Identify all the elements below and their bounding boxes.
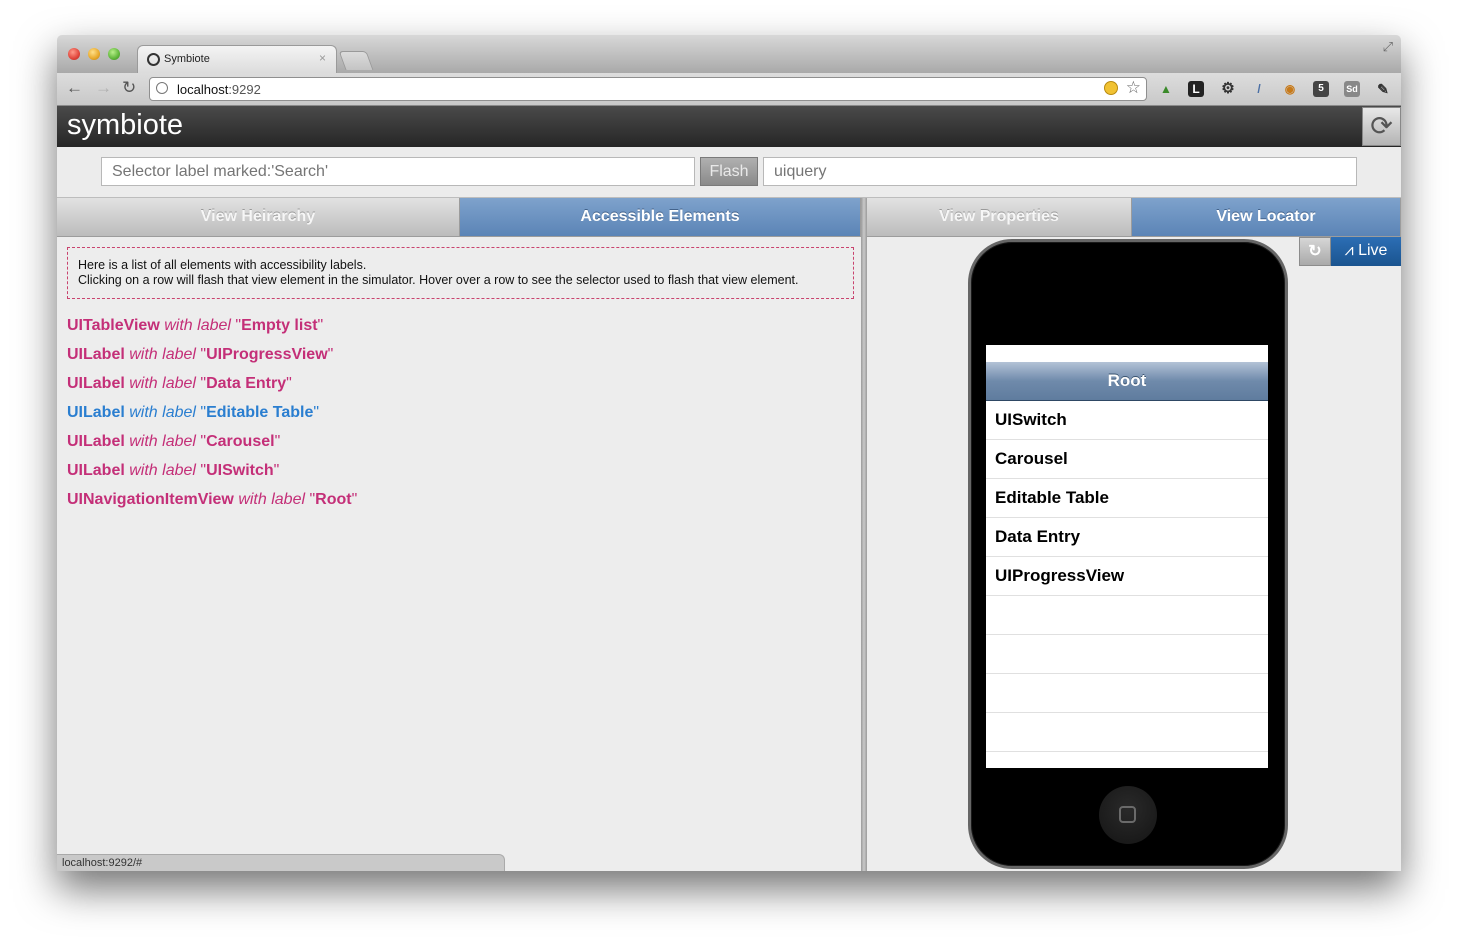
uiquery-input[interactable] (763, 157, 1357, 186)
element-class: UILabel (67, 375, 125, 392)
tab-view-hierarchy[interactable]: View Heirarchy (57, 198, 460, 237)
element-class: UINavigationItemView (67, 491, 234, 508)
reload-snapshot-button[interactable]: ↻ (1299, 237, 1331, 266)
globe-icon (156, 82, 168, 94)
browser-window: Symbiote × ⤢ ← → ↻ localhost:9292 ☆ ▲ L … (57, 35, 1401, 871)
element-label: Empty list (241, 317, 318, 334)
tab-view-locator[interactable]: View Locator (1132, 198, 1401, 237)
live-label: Live (1358, 242, 1388, 259)
browser-toolbar: ← → ↻ localhost:9292 ☆ ▲ L ⚙ / ◉ 5 Sd ✎ (57, 73, 1401, 106)
element-with-label: with label (129, 462, 196, 479)
element-class: UITableView (67, 317, 160, 334)
browser-tab[interactable]: Symbiote × (137, 45, 337, 73)
element-class: UILabel (67, 433, 125, 450)
page-action-icon[interactable] (1104, 81, 1118, 95)
selector-input[interactable] (101, 157, 695, 186)
ios-navigation-bar[interactable]: Root (986, 362, 1268, 401)
sd-extension-icon[interactable]: Sd (1344, 81, 1360, 97)
ios-table-row[interactable]: Data Entry (986, 518, 1268, 557)
app-header: symbiote ⟳ (57, 106, 1401, 147)
element-label: Root (315, 491, 352, 508)
selector-bar: Flash (57, 147, 1401, 198)
element-label: Editable Table (206, 404, 314, 421)
live-button[interactable]: ⩘ Live (1331, 237, 1401, 266)
iphone-frame: Root UISwitch Carousel Editable Table Da… (968, 239, 1288, 869)
tab-view-properties[interactable]: View Properties (867, 198, 1132, 237)
simulator-screen: Root UISwitch Carousel Editable Table Da… (986, 345, 1268, 768)
ios-table-row-empty (986, 635, 1268, 674)
minimize-window-button[interactable] (88, 48, 100, 60)
element-with-label: with label (129, 346, 196, 363)
element-row[interactable]: UILabel with label "Data Entry" (67, 375, 357, 404)
home-square-icon (1119, 806, 1136, 823)
notice-line-2: Clicking on a row will flash that view e… (78, 273, 799, 287)
wrench-icon[interactable]: ✎ (1375, 81, 1391, 97)
element-row-hovered[interactable]: UILabel with label "Editable Table" (67, 404, 357, 433)
forward-arrow-icon[interactable]: → (95, 79, 112, 97)
ios-table-row-empty (986, 596, 1268, 635)
element-label: UISwitch (206, 462, 274, 479)
evernote-icon[interactable]: ▲ (1158, 81, 1174, 97)
element-row[interactable]: UILabel with label "UIProgressView" (67, 346, 357, 375)
refresh-button[interactable]: ⟳ (1362, 107, 1401, 146)
notice-line-1: Here is a list of all elements with acce… (78, 258, 367, 272)
app-title: symbiote (67, 109, 184, 141)
extension-l-icon[interactable]: L (1188, 81, 1204, 97)
flash-button[interactable]: Flash (700, 157, 758, 186)
html5-icon[interactable]: 5 (1313, 81, 1329, 97)
ios-table-row-empty (986, 674, 1268, 713)
gear-icon[interactable]: ⚙ (1220, 81, 1236, 97)
element-with-label: with label (129, 375, 196, 392)
element-class: UILabel (67, 404, 125, 421)
zoom-window-button[interactable] (108, 48, 120, 60)
element-label: Carousel (206, 433, 275, 450)
browser-tab-strip: Symbiote × ⤢ (57, 35, 1401, 73)
element-class: UILabel (67, 462, 125, 479)
info-notice: Here is a list of all elements with acce… (67, 247, 854, 299)
element-row[interactable]: UITableView with label "Empty list" (67, 317, 357, 346)
back-arrow-icon[interactable]: ← (66, 79, 83, 97)
tab-title: Symbiote (164, 53, 210, 65)
element-class: UILabel (67, 346, 125, 363)
element-with-label: with label (129, 433, 196, 450)
pulse-icon: ⩘ (1344, 242, 1354, 259)
eyedropper-icon[interactable]: / (1251, 81, 1267, 97)
tab-accessible-elements[interactable]: Accessible Elements (460, 198, 861, 237)
address-bar[interactable]: localhost:9292 ☆ (149, 77, 1147, 101)
element-label: Data Entry (206, 375, 287, 392)
element-row[interactable]: UILabel with label "Carousel" (67, 433, 357, 462)
accessible-elements-panel: Here is a list of all elements with acce… (57, 237, 861, 871)
element-label: UIProgressView (206, 346, 328, 363)
element-list: UITableView with label "Empty list" UILa… (67, 317, 357, 520)
ios-table-row[interactable]: Carousel (986, 440, 1268, 479)
ios-table: UISwitch Carousel Editable Table Data En… (986, 401, 1268, 752)
reload-icon[interactable]: ↻ (122, 79, 136, 97)
ios-table-row[interactable]: Editable Table (986, 479, 1268, 518)
element-row[interactable]: UINavigationItemView with label "Root" (67, 491, 357, 520)
ios-table-row-empty (986, 713, 1268, 752)
element-with-label: with label (164, 317, 231, 334)
browser-status-bar: localhost:9292/# (57, 854, 505, 871)
sync-icon: ⟳ (1370, 111, 1393, 141)
reload-icon: ↻ (1308, 243, 1322, 260)
ios-table-row[interactable]: UIProgressView (986, 557, 1268, 596)
element-row[interactable]: UILabel with label "UISwitch" (67, 462, 357, 491)
view-locator-panel: ↻ ⩘ Live Root UISwitch Carousel Editable… (867, 237, 1401, 871)
ios-table-row[interactable]: UISwitch (986, 401, 1268, 440)
fullscreen-icon[interactable]: ⤢ (1383, 39, 1393, 55)
search-icon[interactable]: ◉ (1282, 81, 1298, 97)
element-with-label: with label (129, 404, 196, 421)
url-text: localhost:9292 (177, 82, 261, 97)
element-with-label: with label (238, 491, 306, 508)
new-tab-button[interactable] (338, 51, 374, 70)
tab-favicon-icon (147, 53, 160, 66)
home-button[interactable] (1099, 786, 1157, 844)
ios-status-strip (986, 345, 1268, 362)
close-window-button[interactable] (68, 48, 80, 60)
tab-close-icon[interactable]: × (319, 51, 326, 65)
bookmark-star-icon[interactable]: ☆ (1126, 78, 1141, 98)
